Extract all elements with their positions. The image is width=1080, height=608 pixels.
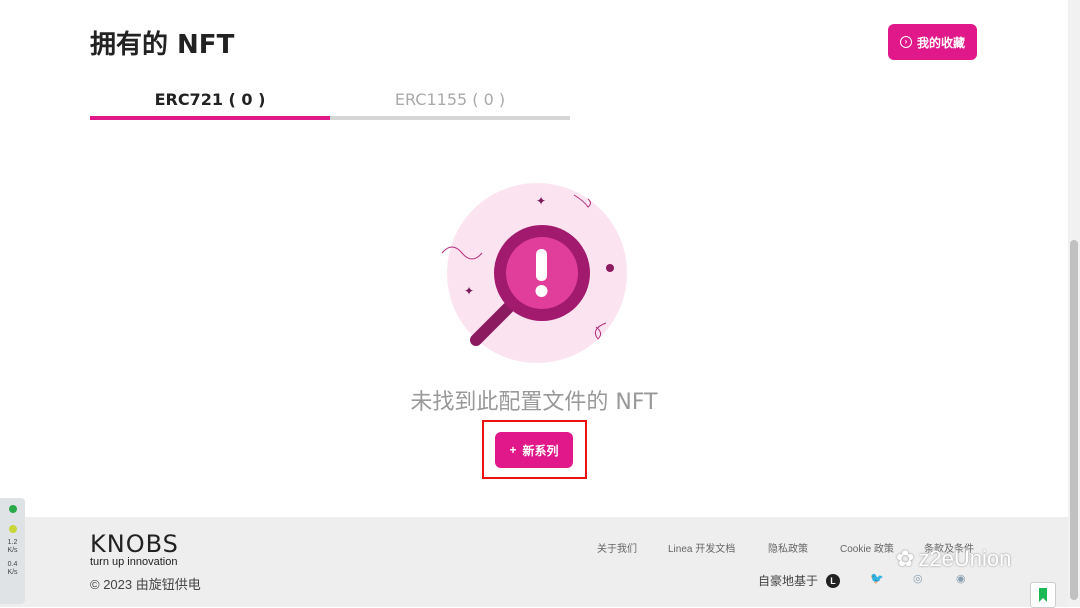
main-content: 拥有的 NFT › 我的收藏 ERC721 ( 0 ) ERC1155 ( 0 … — [0, 0, 1068, 517]
copyright: © 2023 由旋钮供电 — [90, 577, 201, 592]
page-title: 拥有的 NFT — [90, 30, 235, 60]
footer-link-privacy[interactable]: 隐私政策 — [768, 540, 808, 555]
my-favorites-button[interactable]: › 我的收藏 — [888, 24, 977, 60]
bookmark-button[interactable] — [1030, 582, 1056, 608]
status-dot-icon — [8, 525, 17, 533]
brand-name: KNOBS — [90, 530, 179, 558]
twitter-icon[interactable]: 🐦 — [870, 572, 884, 585]
empty-state-illustration: ✦ ✦ — [441, 183, 627, 363]
tab-erc1155[interactable]: ERC1155 ( 0 ) — [330, 86, 570, 120]
svg-text:✦: ✦ — [464, 284, 474, 298]
linea-logo-icon[interactable]: L — [826, 573, 841, 588]
my-favorites-label: 我的收藏 — [916, 35, 965, 50]
watermark-text: z2eUnion — [918, 546, 1012, 571]
footer-link-linea-docs[interactable]: Linea 开发文档 — [668, 540, 735, 555]
highlight-box — [482, 420, 587, 479]
wechat-icon: ✿ — [896, 546, 915, 571]
discord-icon[interactable]: ◉ — [956, 572, 968, 585]
built-on: 自豪地基于 L — [758, 572, 841, 589]
footer-link-about[interactable]: 关于我们 — [597, 540, 637, 555]
arrow-circle-icon: › — [899, 36, 912, 48]
download-speed: 0.4 K/s — [7, 561, 18, 576]
scrollbar-thumb[interactable] — [1070, 240, 1078, 600]
svg-text:✦: ✦ — [536, 194, 546, 208]
upload-speed: 1.2 K/s — [7, 539, 18, 554]
status-dot-icon — [8, 505, 17, 513]
built-on-label: 自豪地基于 — [758, 574, 819, 588]
watermark: ✿ z2eUnion — [896, 546, 1011, 572]
footer-logo[interactable]: KNOBS turn up innovation — [90, 530, 179, 568]
nft-tabs: ERC721 ( 0 ) ERC1155 ( 0 ) — [90, 86, 570, 120]
network-speed-widget: 1.2 K/s 0.4 K/s — [0, 498, 25, 604]
brand-tagline: turn up innovation — [90, 556, 178, 568]
instagram-icon[interactable]: ◎ — [913, 572, 925, 585]
empty-state-message: 未找到此配置文件的 NFT — [410, 390, 658, 415]
tab-erc721[interactable]: ERC721 ( 0 ) — [90, 86, 330, 120]
footer-link-cookie[interactable]: Cookie 政策 — [840, 540, 894, 555]
bookmark-icon — [1039, 588, 1047, 602]
